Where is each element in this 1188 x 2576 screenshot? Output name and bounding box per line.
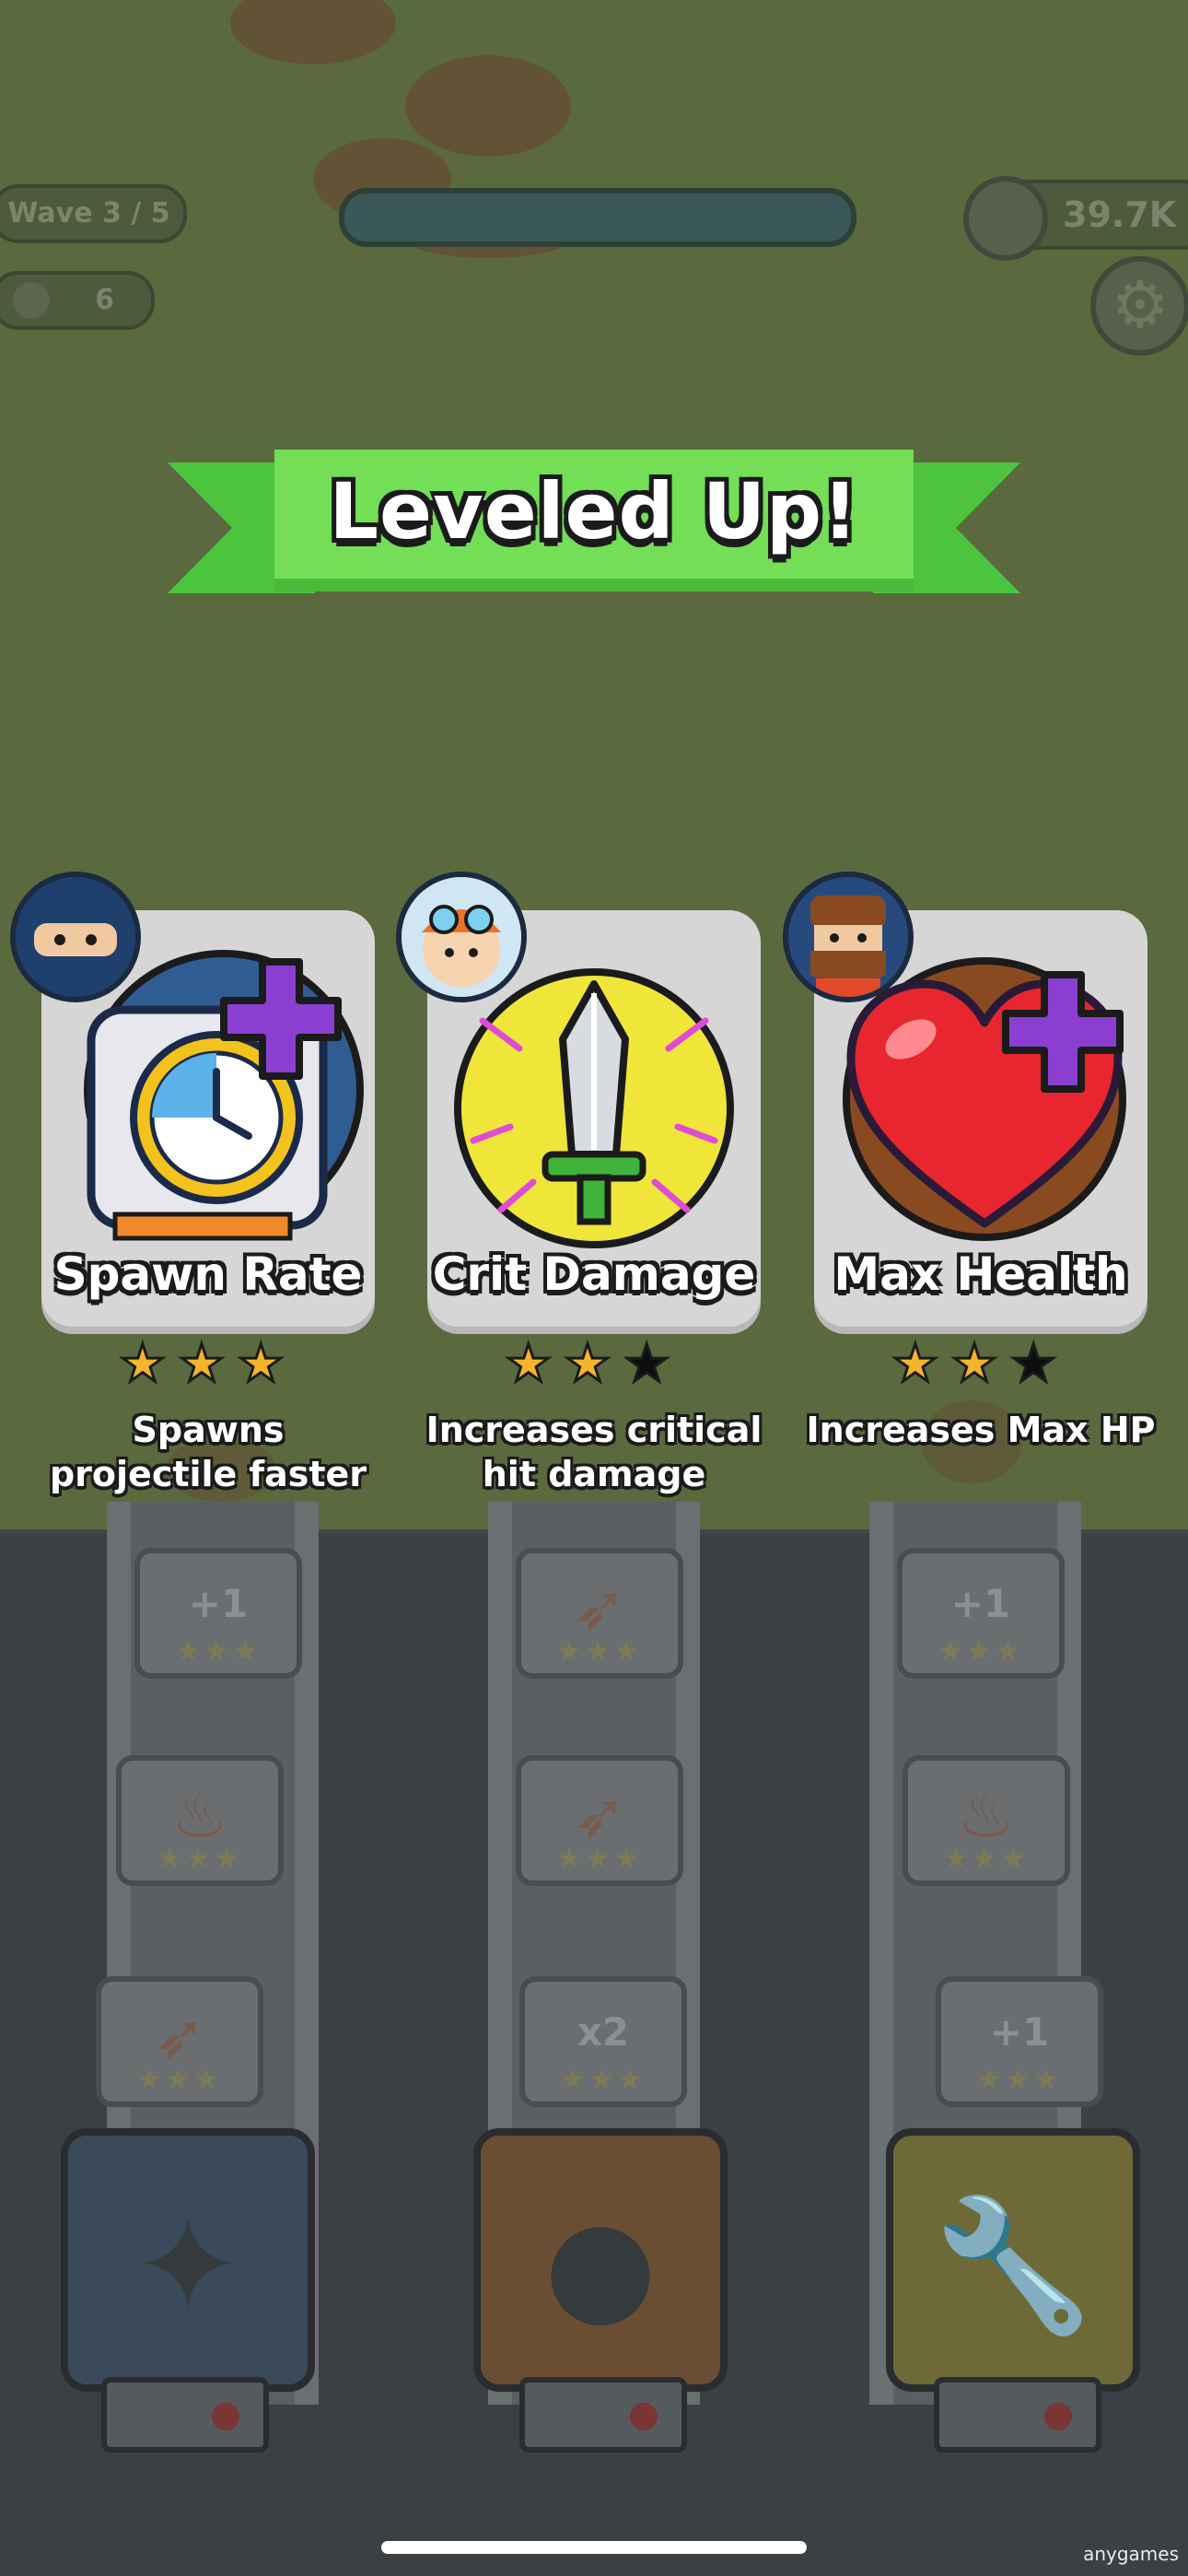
upgrade-card-spawn-rate[interactable]: Spawn Rate xyxy=(10,872,375,1327)
card-title: Crit Damage xyxy=(432,1247,756,1301)
kill-counter: 6 xyxy=(0,271,155,330)
slot-stars: ★★★ xyxy=(943,1843,1030,1875)
star-filled-icon: ★ xyxy=(118,1333,179,1396)
card-title: Max Health xyxy=(833,1247,1128,1301)
upgrade-slot[interactable]: ♨ ★★★ xyxy=(116,1755,284,1886)
card-stars: ★★★ xyxy=(41,1333,375,1396)
slot-stars: ★★★ xyxy=(175,1635,262,1668)
gear-icon: ⚙ xyxy=(1111,267,1170,343)
rocket-icon: ➶ xyxy=(572,1570,627,1645)
slot-stars: ★★★ xyxy=(556,1843,643,1875)
kill-count: 6 xyxy=(95,284,114,316)
star-filled-icon: ★ xyxy=(563,1333,624,1396)
wrench-tower[interactable]: 🔧 xyxy=(886,2128,1140,2392)
card-stars: ★★★ xyxy=(814,1333,1147,1396)
slot-label: +1 xyxy=(950,1581,1011,1626)
slot-label: +1 xyxy=(989,2009,1050,2055)
skull-icon xyxy=(13,282,50,319)
tower-base xyxy=(519,2377,687,2453)
upgrade-slot[interactable]: ➶ ★★★ xyxy=(96,1976,263,2107)
wave-progress-bar xyxy=(339,188,856,247)
upgrade-slot[interactable]: ➶ ★★★ xyxy=(516,1548,683,1679)
shuriken-icon: ✦ xyxy=(134,2191,242,2341)
bearded-avatar xyxy=(783,872,914,1002)
sword-icon xyxy=(454,968,734,1248)
coin-value: 39.7K xyxy=(1063,194,1177,235)
slot-stars: ★★★ xyxy=(556,1635,643,1668)
wave-indicator: Wave 3 / 5 xyxy=(0,184,187,243)
star-filled-icon: ★ xyxy=(237,1333,297,1396)
card-description: Spawns projectile faster xyxy=(49,1410,367,1494)
slot-stars: ★★★ xyxy=(157,1843,243,1875)
ninja-avatar xyxy=(10,872,141,1002)
aviator-avatar xyxy=(396,872,527,1002)
upgrade-slot[interactable]: +1 ★★★ xyxy=(134,1548,302,1679)
upgrade-card-max-health[interactable]: Max Health xyxy=(783,872,1147,1327)
fire-icon: ♨ xyxy=(957,1777,1016,1853)
card-description: Increases Max HP xyxy=(806,1410,1156,1450)
slot-stars: ★★★ xyxy=(560,2064,646,2096)
star-empty-icon: ★ xyxy=(1009,1333,1070,1396)
slot-stars: ★★★ xyxy=(976,2064,1063,2096)
star-filled-icon: ★ xyxy=(177,1333,239,1396)
star-empty-icon: ★ xyxy=(623,1333,683,1396)
star-filled-icon: ★ xyxy=(504,1333,565,1396)
upgrade-slot[interactable]: ➶ ★★★ xyxy=(516,1755,683,1886)
tower-base xyxy=(101,2377,269,2453)
shuriken-tower[interactable]: ✦ xyxy=(61,2128,315,2392)
upgrade-slot[interactable]: ♨ ★★★ xyxy=(903,1755,1070,1886)
coin-icon xyxy=(963,176,1048,261)
upgrade-slot[interactable]: +1 ★★★ xyxy=(897,1548,1065,1679)
slot-label: x2 xyxy=(577,2009,630,2055)
upgrade-slot[interactable]: +1 ★★★ xyxy=(936,1976,1103,2107)
card-title: Spawn Rate xyxy=(53,1247,363,1301)
settings-button[interactable]: ⚙ xyxy=(1090,256,1188,356)
upgrade-slot[interactable]: x2 ★★★ xyxy=(519,1976,687,2107)
wrench-icon: 🔧 xyxy=(932,2191,1094,2341)
slot-stars: ★★★ xyxy=(938,1635,1024,1668)
slot-label: +1 xyxy=(188,1581,249,1626)
watermark: anygames xyxy=(1083,2543,1179,2565)
bomb-tower[interactable]: ● xyxy=(473,2128,728,2392)
home-indicator[interactable] xyxy=(381,2541,807,2554)
card-description: Increases critical hit damage xyxy=(425,1410,763,1494)
slot-stars: ★★★ xyxy=(136,2064,223,2096)
card-stars: ★★★ xyxy=(427,1333,761,1396)
coin-counter: 39.7K xyxy=(963,176,1188,261)
rocket-icon: ➶ xyxy=(152,1998,207,2074)
rocket-icon: ➶ xyxy=(572,1777,627,1853)
banner-title: Leveled Up! xyxy=(329,466,859,556)
fire-icon: ♨ xyxy=(170,1777,229,1853)
tower-base xyxy=(934,2377,1101,2453)
upgrade-card-crit-damage[interactable]: Crit Damage xyxy=(396,872,761,1327)
level-up-banner: Leveled Up! xyxy=(274,450,914,591)
star-filled-icon: ★ xyxy=(949,1333,1011,1396)
star-filled-icon: ★ xyxy=(891,1333,951,1396)
bomb-icon: ● xyxy=(543,2191,658,2341)
